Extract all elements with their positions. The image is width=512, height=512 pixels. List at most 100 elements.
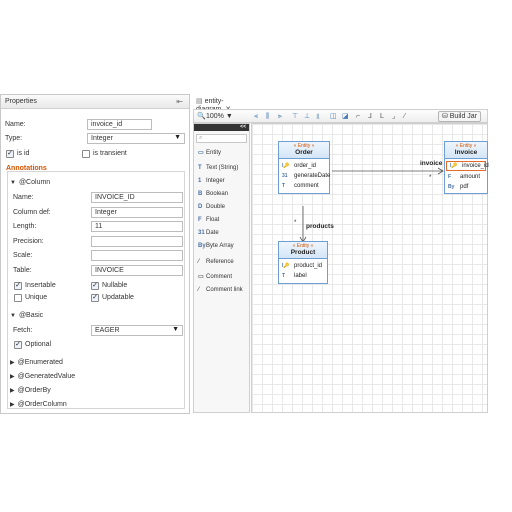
entity-header: « Entity » Order [279,142,329,159]
is-id-label: is id [17,150,30,157]
connector-elbow-icon[interactable]: L [380,112,384,121]
palette-item-label: Double [206,204,226,210]
palette-item-boolean[interactable]: B Boolean [198,189,228,199]
fetch-select[interactable]: EAGER ▼ [91,325,183,336]
attribute-label: comment [294,183,319,189]
align-bottom-icon[interactable]: ⫫ [316,112,320,121]
palette-item-reference[interactable]: ⁄ Reference [198,257,234,267]
palette-item-date[interactable]: 31Date [198,228,219,238]
palette-item-comment[interactable]: ▭ Comment [198,272,232,282]
distribute-v-icon[interactable]: ◪ [342,112,349,121]
distribute-h-icon[interactable]: ◫ [330,112,337,121]
palette-item-text[interactable]: T Text (String) [198,163,238,173]
table-field[interactable]: INVOICE [91,265,183,276]
optional-checkbox[interactable]: ✓ [14,341,22,349]
name-field[interactable]: invoice_id [87,119,152,130]
column-def-field[interactable]: Integer [91,207,183,218]
connector-straight-icon[interactable]: ⌐ [356,112,360,121]
attribute-row[interactable]: Famount [445,172,487,182]
connector-curve-icon[interactable]: ⌟ [392,112,395,121]
palette-item-comment-link[interactable]: ⁄ Comment link [198,285,243,295]
enumerated-section-toggle[interactable]: ▶ @Enumerated [10,359,63,366]
generatedvalue-label: @GeneratedValue [17,373,76,380]
attribute-label: invoice_id [462,163,489,169]
id-key-icon: I🔑 [282,263,290,269]
column-section-toggle[interactable]: ▼ @Column [10,179,50,186]
precision-label: Precision: [13,238,44,245]
updatable-checkbox[interactable]: ✓ [91,294,99,302]
column-def-label: Column def: [13,209,51,216]
attribute-row-selected[interactable]: I🔑 invoice_id [446,161,489,171]
palette-collapse-button[interactable]: << [194,124,249,131]
build-jar-button[interactable]: ⛁ Build Jar [437,111,481,122]
entity-order[interactable]: « Entity » Order I🔑 order_id 31 generateDa… [278,141,330,194]
nullable-checkbox[interactable]: ✓ [91,282,99,290]
align-left-icon[interactable]: ⫷ [254,112,258,121]
align-right-icon[interactable]: ⫸ [278,112,282,121]
orderby-section-toggle[interactable]: ▶ @OrderBy [10,387,51,394]
attribute-label: label [294,273,307,279]
entity-attributes: I🔑 product_id Tlabel [279,259,327,283]
attribute-label: order_id [294,163,317,169]
basic-section-toggle[interactable]: ▼ @Basic [10,312,43,319]
palette-item-label: Text (String) [206,165,239,171]
text-icon: T [282,273,286,279]
entity-product[interactable]: « Entity » Product I🔑 product_id Tlabel [278,241,328,284]
type-select[interactable]: Integer ▼ [87,133,185,144]
palette-item-float[interactable]: F Float [198,215,219,225]
is-id-checkbox[interactable]: ✓ [6,150,14,158]
palette-search-input[interactable]: ⌕ [196,134,247,143]
attribute-row[interactable]: 31 generateDate [279,171,331,181]
table-label: Table: [13,267,32,274]
is-transient-checkbox[interactable] [82,150,90,158]
zoom-icon[interactable]: 🔍 [197,112,206,121]
pin-icon[interactable]: ⇤ [176,97,183,106]
scale-label: Scale: [13,252,33,259]
diagram-toolbar: 🔍 100% ▼ ⫷ ⫼ ⫸ ⊤ ⊥ ⫫ ◫ ◪ ⌐ ⅃ L ⌟ ⁄ ⛁ Bui… [193,109,488,123]
align-center-icon[interactable]: ⫼ [266,112,269,121]
ordercolumn-section-toggle[interactable]: ▶ @OrderColumn [10,401,67,408]
connector-orthogonal-icon[interactable]: ⅃ [368,112,372,121]
comment-link-icon: ⁄ [198,287,200,293]
byte-array-icon: By [198,243,206,249]
date-icon: 31 [282,173,288,179]
tab-entity-diagram[interactable]: ▤ entity-diagram✕ [193,95,261,113]
search-icon: ⌕ [199,135,203,141]
palette-item-label: Comment [206,274,233,280]
unique-checkbox[interactable] [14,294,22,302]
attribute-label: product_id [294,263,323,269]
properties-panel: Properties ⇤ Name: invoice_id Type: Inte… [0,94,190,414]
length-label: Length: [13,223,37,230]
palette-item-label: Boolean [206,191,229,197]
attribute-row[interactable]: By pdf [445,182,487,192]
palette-item-double[interactable]: D Double [198,202,225,212]
attribute-label: generateDate [294,173,331,179]
scale-field[interactable] [91,250,183,261]
palette-item-byte-array[interactable]: ByByte Array [198,241,234,251]
diagram-canvas[interactable]: « Entity » Order I🔑 order_id 31 generateDa… [251,123,489,413]
column-name-field[interactable]: INVOICE_ID [91,192,183,203]
attribute-row[interactable]: Tlabel [279,271,327,281]
palette-item-entity[interactable]: ▭ Entity [198,148,221,158]
align-middle-icon[interactable]: ⊥ [304,112,310,121]
align-top-icon[interactable]: ⊤ [292,112,298,121]
zoom-select[interactable]: 100% ▼ [206,112,233,121]
nullable-label: Nullable [102,282,128,289]
attribute-row[interactable]: I🔑 product_id [279,261,327,271]
precision-field[interactable] [91,236,183,247]
entity-invoice[interactable]: « Entity » Invoice I🔑 invoice_id Famount … [444,141,489,194]
updatable-label: Updatable [102,294,134,301]
properties-header: Properties ⇤ [1,95,189,109]
attribute-row[interactable]: Tcomment [279,181,329,191]
palette-item-integer[interactable]: 1 Integer [198,176,225,186]
attribute-row[interactable]: I🔑 order_id [279,161,329,171]
column-section-label: @Column [18,179,51,186]
collapsed-triangle-icon: ▶ [10,360,15,366]
comment-icon: ▭ [198,274,204,280]
length-field[interactable]: 11 [91,221,183,232]
palette-item-label: Comment link [206,287,243,293]
multiplicity-products: * [294,220,297,226]
insertable-checkbox[interactable]: ✓ [14,282,22,290]
connector-diagonal-icon[interactable]: ⁄ [404,112,405,121]
generatedvalue-section-toggle[interactable]: ▶ @GeneratedValue [10,373,75,380]
